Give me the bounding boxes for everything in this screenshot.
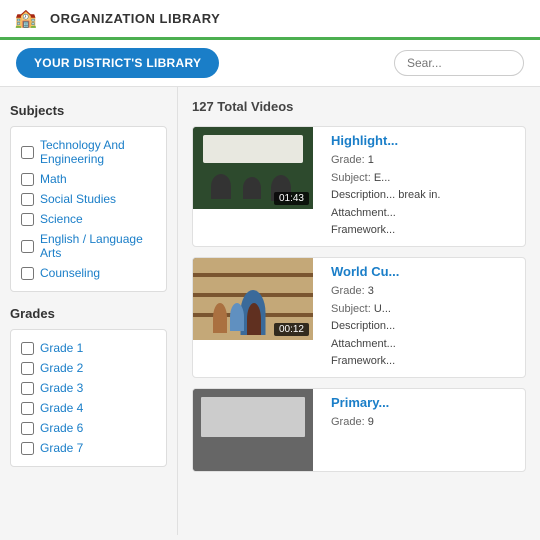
- filter-grade1[interactable]: Grade 1: [21, 338, 156, 358]
- filter-social[interactable]: Social Studies: [21, 189, 156, 209]
- filter-grade7-label: Grade 7: [40, 441, 83, 455]
- library-button[interactable]: YOUR DISTRICT'S LIBRARY: [16, 48, 219, 78]
- logo-icon: 🏫: [12, 5, 40, 33]
- framework-1: Framework...: [331, 224, 395, 236]
- filter-grade7[interactable]: Grade 7: [21, 438, 156, 458]
- grades-filter-box: Grade 1 Grade 2 Grade 3 Grade 4 Grade 6 …: [10, 329, 167, 467]
- main-layout: Subjects Technology And Engineering Math…: [0, 87, 540, 535]
- sub-header: YOUR DISTRICT'S LIBRARY: [0, 40, 540, 87]
- video-meta-1: Grade: 1 Subject: E... Description... br…: [331, 152, 517, 240]
- filter-grade4-label: Grade 4: [40, 401, 83, 415]
- checkbox-grade1[interactable]: [21, 342, 34, 355]
- checkbox-grade6[interactable]: [21, 422, 34, 435]
- grade-value-3: 9: [368, 416, 374, 428]
- filter-grade2-label: Grade 2: [40, 361, 83, 375]
- content-area: 127 Total Videos 01:43 Highlight... Grad…: [178, 87, 540, 535]
- video-card-1[interactable]: 01:43 Highlight... Grade: 1 Subject: E..…: [192, 126, 526, 247]
- checkbox-grade4[interactable]: [21, 402, 34, 415]
- filter-social-label: Social Studies: [40, 192, 116, 206]
- video-meta-2: Grade: 3 Subject: U... Description... At…: [331, 283, 517, 371]
- subjects-filter-box: Technology And Engineering Math Social S…: [10, 126, 167, 292]
- framework-2: Framework...: [331, 355, 395, 367]
- thumb-inner-3: [193, 389, 313, 471]
- filter-grade2[interactable]: Grade 2: [21, 358, 156, 378]
- filter-grade1-label: Grade 1: [40, 341, 83, 355]
- checkbox-english[interactable]: [21, 240, 34, 253]
- filter-math-label: Math: [40, 172, 67, 186]
- filter-science[interactable]: Science: [21, 209, 156, 229]
- attachment-2: Attachment...: [331, 338, 396, 350]
- child-2: [230, 303, 244, 331]
- video-info-3: Primary... Grade: 9: [323, 389, 525, 471]
- filter-grade3[interactable]: Grade 3: [21, 378, 156, 398]
- filter-counseling[interactable]: Counseling: [21, 263, 156, 283]
- description-2: Description...: [331, 320, 395, 332]
- children-group: [213, 303, 261, 335]
- checkbox-math[interactable]: [21, 173, 34, 186]
- app-title: ORGANIZATION LIBRARY: [50, 11, 220, 26]
- checkbox-grade3[interactable]: [21, 382, 34, 395]
- video-duration-1: 01:43: [274, 192, 309, 205]
- grades-title: Grades: [10, 306, 167, 321]
- filter-english-label: English / Language Arts: [40, 232, 156, 260]
- filter-tech[interactable]: Technology And Engineering: [21, 135, 156, 169]
- checkbox-social[interactable]: [21, 193, 34, 206]
- grade-label-2: Grade:: [331, 285, 368, 297]
- child-1: [213, 303, 227, 333]
- grade-value-1: 1: [368, 154, 374, 166]
- video-thumb-3: [193, 389, 313, 471]
- subject-value-1: E...: [374, 172, 391, 184]
- total-videos-label: 127 Total Videos: [192, 99, 526, 114]
- video-title-2: World Cu...: [331, 264, 517, 279]
- video-meta-3: Grade: 9: [331, 414, 517, 432]
- video-card-2[interactable]: 00:12 World Cu... Grade: 3 Subject: U...…: [192, 257, 526, 378]
- filter-english[interactable]: English / Language Arts: [21, 229, 156, 263]
- search-input[interactable]: [394, 50, 524, 76]
- subject-value-2: U...: [374, 303, 391, 315]
- filter-tech-label: Technology And Engineering: [40, 138, 156, 166]
- top-bar: 🏫 ORGANIZATION LIBRARY: [0, 0, 540, 40]
- subject-label-1: Subject:: [331, 172, 374, 184]
- person-1: [211, 174, 231, 199]
- video-card-3[interactable]: Primary... Grade: 9: [192, 388, 526, 472]
- filter-grade6-label: Grade 6: [40, 421, 83, 435]
- video-info-2: World Cu... Grade: 3 Subject: U... Descr…: [323, 258, 525, 377]
- video-title-1: Highlight...: [331, 133, 517, 148]
- subjects-title: Subjects: [10, 103, 167, 118]
- checkbox-counseling[interactable]: [21, 267, 34, 280]
- filter-grade4[interactable]: Grade 4: [21, 398, 156, 418]
- filter-counseling-label: Counseling: [40, 266, 100, 280]
- video-thumb-2: 00:12: [193, 258, 313, 340]
- video-duration-2: 00:12: [274, 323, 309, 336]
- grade-value-2: 3: [368, 285, 374, 297]
- projection-scene: [193, 389, 313, 471]
- grade-label-3: Grade:: [331, 416, 368, 428]
- person-2: [243, 177, 261, 199]
- subject-label-2: Subject:: [331, 303, 374, 315]
- whiteboard: [203, 135, 303, 163]
- video-thumb-1: 01:43: [193, 127, 313, 209]
- checkbox-grade7[interactable]: [21, 442, 34, 455]
- filter-math[interactable]: Math: [21, 169, 156, 189]
- video-info-1: Highlight... Grade: 1 Subject: E... Desc…: [323, 127, 525, 246]
- projection-screen: [201, 397, 305, 437]
- attachment-1: Attachment...: [331, 207, 396, 219]
- checkbox-tech[interactable]: [21, 146, 34, 159]
- child-3: [247, 303, 261, 335]
- grade-label-1: Grade:: [331, 154, 368, 166]
- description-1: Description... break in.: [331, 189, 440, 201]
- filter-grade3-label: Grade 3: [40, 381, 83, 395]
- checkbox-science[interactable]: [21, 213, 34, 226]
- filter-science-label: Science: [40, 212, 83, 226]
- checkbox-grade2[interactable]: [21, 362, 34, 375]
- video-title-3: Primary...: [331, 395, 517, 410]
- filter-grade6[interactable]: Grade 6: [21, 418, 156, 438]
- sidebar: Subjects Technology And Engineering Math…: [0, 87, 178, 535]
- shelf-1: [193, 273, 313, 277]
